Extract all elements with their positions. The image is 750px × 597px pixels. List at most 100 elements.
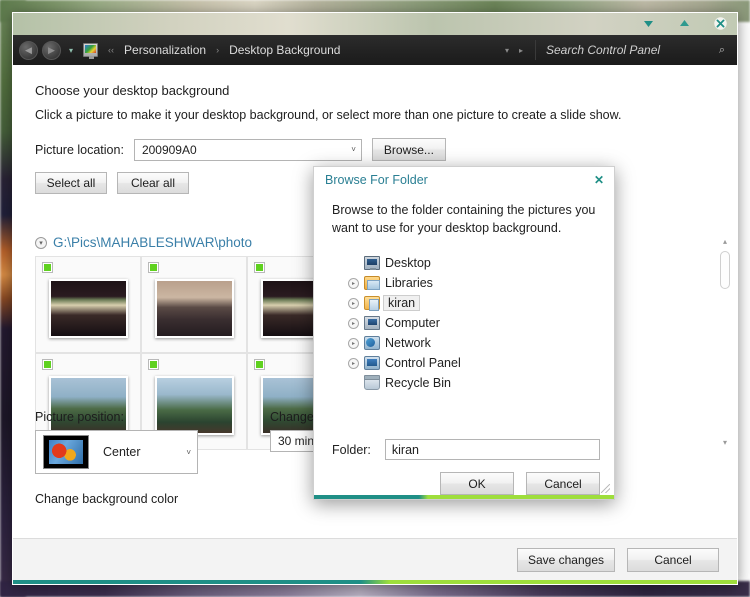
dialog-bottom-accent <box>314 484 614 499</box>
breadcrumb-desktop-background[interactable]: Desktop Background <box>226 42 343 58</box>
tree-item-label: Desktop <box>385 256 431 271</box>
folder-input-value: kiran <box>391 442 419 457</box>
breadcrumb-separator-icon: › <box>216 45 220 55</box>
window-controls <box>637 14 731 32</box>
chevron-up-icon: ▴ <box>722 236 727 246</box>
thumbnail-item[interactable] <box>35 256 141 353</box>
scrollbar-track[interactable] <box>717 249 733 434</box>
tree-item-label: Computer <box>385 316 440 331</box>
dialog-body: Browse to the folder containing the pict… <box>314 193 614 431</box>
dialog-cancel-button[interactable]: Cancel <box>526 472 600 495</box>
search-icon: ⌕ <box>718 43 725 56</box>
page-subtitle: Click a picture to make it your desktop … <box>35 108 622 122</box>
chevron-down-icon: ▾ <box>722 437 727 447</box>
search-input[interactable]: Search Control Panel ⌕ <box>535 40 731 60</box>
tree-expander-icon[interactable] <box>348 378 359 389</box>
picture-position-preview-icon <box>43 435 89 469</box>
breadcrumb-overflow-icon[interactable]: ‹‹ <box>105 45 117 55</box>
chevron-down-icon: ˅ <box>186 447 191 457</box>
computer-icon <box>364 316 380 331</box>
personalization-icon <box>83 43 99 59</box>
tree-expander-icon[interactable]: ▸ <box>348 317 359 329</box>
folder-input[interactable]: kiran <box>384 439 600 460</box>
thumbnail-image <box>154 279 234 338</box>
tree-item-label: Control Panel <box>385 356 461 371</box>
picture-location-value: 200909A0 <box>141 142 197 157</box>
search-placeholder: Search Control Panel <box>546 43 661 57</box>
recycle-bin-icon <box>364 375 380 391</box>
address-dropdown-icon[interactable]: ▾ <box>505 46 509 55</box>
tree-expander-icon[interactable] <box>348 258 359 269</box>
tree-item-libraries[interactable]: ▸ Libraries <box>348 273 600 293</box>
browse-for-folder-dialog: Browse For Folder ✕ Browse to the folder… <box>313 166 615 500</box>
ok-button[interactable]: OK <box>440 472 514 495</box>
window-title-bar <box>13 13 737 35</box>
tree-expander-icon[interactable]: ▸ <box>348 337 359 349</box>
scroll-up-button[interactable]: ▴ <box>717 233 733 249</box>
thumbnail-checkbox[interactable] <box>254 359 265 370</box>
scroll-down-button[interactable]: ▾ <box>717 434 733 450</box>
thumbnail-checkbox[interactable] <box>254 262 265 273</box>
gallery-group-path: G:\Pics\MAHABLESHWAR\photo <box>53 235 253 250</box>
tree-item-label: Recycle Bin <box>385 376 451 391</box>
forward-icon: ▶ <box>48 44 55 55</box>
dialog-title-bar: Browse For Folder ✕ <box>314 167 614 193</box>
window-footer: Save changes Cancel <box>13 538 737 580</box>
close-icon[interactable]: ✕ <box>594 173 604 187</box>
thumbnail-item[interactable] <box>141 256 247 353</box>
tree-item-control-panel[interactable]: ▸ Control Panel <box>348 353 600 373</box>
back-icon: ◀ <box>25 44 32 55</box>
thumbnail-checkbox[interactable] <box>42 359 53 370</box>
address-bar-actions: ▾ ▸ <box>505 46 531 55</box>
chevron-down-icon: ▾ <box>39 239 43 247</box>
picture-position-value: Center <box>103 445 141 459</box>
group-collapse-icon[interactable]: ▾ <box>35 236 47 249</box>
page-title: Choose your desktop background <box>35 83 230 98</box>
tree-item-recycle-bin[interactable]: Recycle Bin <box>348 373 600 393</box>
thumbnail-checkbox[interactable] <box>148 359 159 370</box>
chevron-down-icon: ˅ <box>351 145 356 154</box>
scrollbar-thumb[interactable] <box>720 251 730 289</box>
recent-pages-button[interactable]: ▾ <box>65 46 77 55</box>
clear-all-button[interactable]: Clear all <box>117 172 189 194</box>
browse-button[interactable]: Browse... <box>371 138 446 161</box>
resize-grip-icon[interactable] <box>601 484 610 493</box>
breadcrumb-personalization[interactable]: Personalization <box>121 42 209 58</box>
network-icon <box>364 336 380 351</box>
user-folder-icon <box>364 296 380 312</box>
address-go-icon[interactable]: ▸ <box>519 46 523 55</box>
close-icon[interactable] <box>709 14 731 32</box>
tree-item-label: Libraries <box>385 276 433 291</box>
dialog-buttons: OK Cancel <box>314 460 614 495</box>
tree-item-label: Network <box>385 336 431 351</box>
maximize-icon[interactable] <box>673 14 695 32</box>
folder-name-row: Folder: kiran <box>314 439 614 460</box>
picture-position-label: Picture position: <box>35 410 124 424</box>
thumbnail-checkbox[interactable] <box>42 262 53 273</box>
forward-button[interactable]: ▶ <box>42 40 61 60</box>
desktop-icon <box>364 256 380 271</box>
tree-expander-icon[interactable]: ▸ <box>348 297 359 309</box>
tree-item-label: kiran <box>383 295 421 312</box>
select-all-button[interactable]: Select all <box>35 172 107 194</box>
tree-item-desktop[interactable]: Desktop <box>348 253 600 273</box>
control-panel-icon <box>364 356 380 371</box>
cancel-button[interactable]: Cancel <box>627 547 719 572</box>
back-button[interactable]: ◀ <box>19 40 38 60</box>
picture-position-select[interactable]: Center ˅ <box>35 430 198 474</box>
thumbnail-checkbox[interactable] <box>148 262 159 273</box>
change-background-color-link[interactable]: Change background color <box>35 492 178 506</box>
libraries-icon <box>364 276 380 291</box>
tree-expander-icon[interactable]: ▸ <box>348 277 359 289</box>
minimize-icon[interactable] <box>637 14 659 32</box>
tree-item-computer[interactable]: ▸ Computer <box>348 313 600 333</box>
tree-expander-icon[interactable]: ▸ <box>348 357 359 369</box>
tree-item-kiran[interactable]: ▸ kiran <box>348 293 600 313</box>
gallery-scrollbar[interactable]: ▴ ▾ <box>717 233 733 450</box>
picture-location-label: Picture location: <box>35 142 124 157</box>
chevron-down-icon: ▾ <box>69 45 74 55</box>
save-changes-button[interactable]: Save changes <box>516 547 615 572</box>
address-bar: ◀ ▶ ▾ ‹‹ Personalization › Desktop Backg… <box>13 35 737 65</box>
picture-location-select[interactable]: 200909A0 ˅ <box>133 138 362 161</box>
tree-item-network[interactable]: ▸ Network <box>348 333 600 353</box>
